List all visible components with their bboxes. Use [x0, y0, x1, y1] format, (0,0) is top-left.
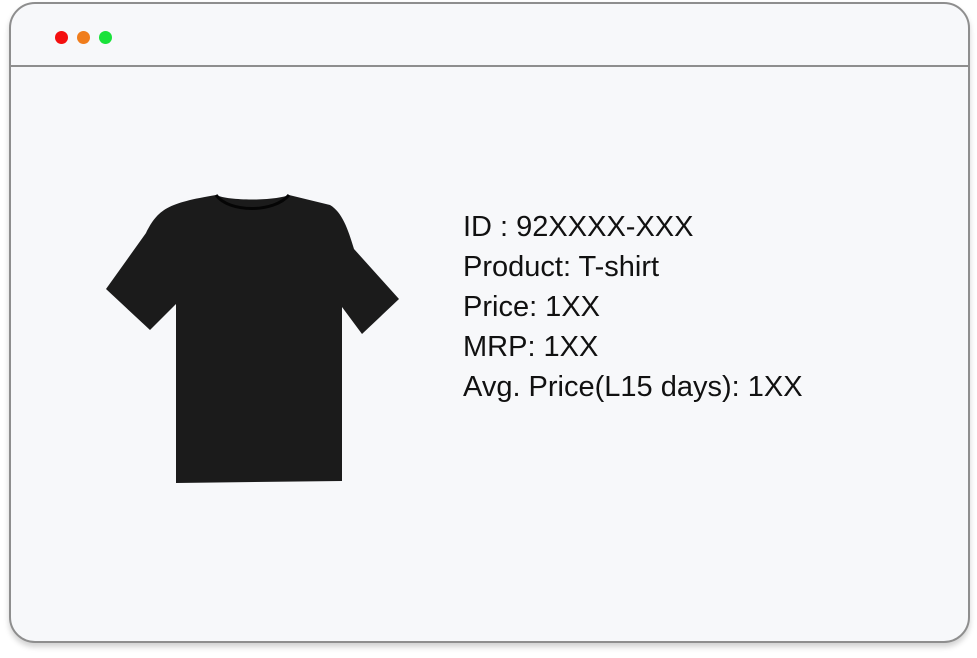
product-details: ID : 92XXXX-XXX Product: T-shirt Price: …: [463, 207, 943, 407]
product-price: Price: 1XX: [463, 291, 600, 323]
product-id: ID : 92XXXX-XXX: [463, 211, 694, 243]
browser-window: ID : 92XXXX-XXX Product: T-shirt Price: …: [9, 2, 970, 643]
minimize-window-button[interactable]: [77, 31, 90, 44]
maximize-window-button[interactable]: [99, 31, 112, 44]
product-name: Product: T-shirt: [463, 251, 660, 283]
product-avg-price: Avg. Price(L15 days): 1XX: [463, 371, 803, 403]
product-mrp: MRP: 1XX: [463, 331, 599, 363]
t-shirt-icon: [106, 193, 399, 483]
close-window-button[interactable]: [55, 31, 68, 44]
t-shirt-body: [106, 195, 399, 483]
title-bar: [11, 4, 968, 67]
